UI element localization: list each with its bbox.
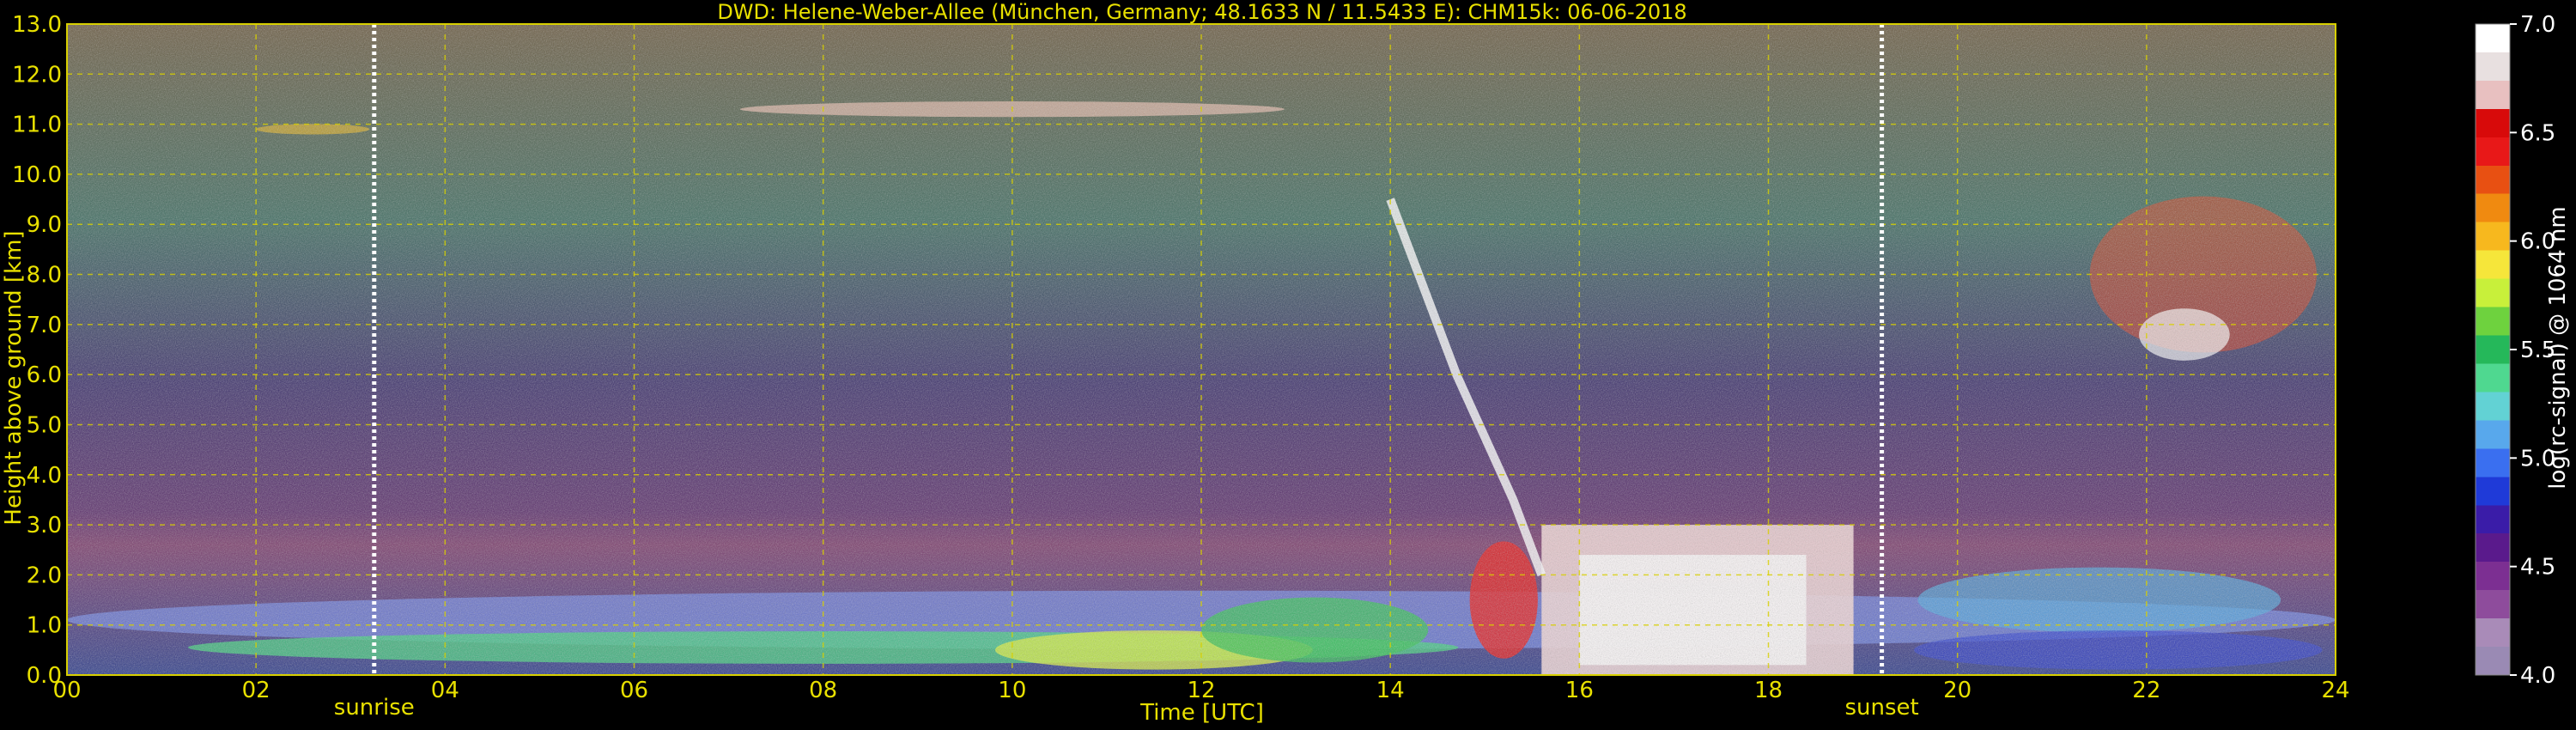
- y-tick-label-1: 1.0: [27, 613, 62, 639]
- colorbar-tick-label-1: 4.5: [2520, 555, 2555, 581]
- x-tick-label-10: 20: [1943, 678, 1971, 703]
- y-tick-label-8: 8.0: [27, 263, 62, 289]
- y-tick-label-3: 3.0: [27, 513, 62, 538]
- x-tick-label-11: 22: [2132, 678, 2160, 703]
- annotation-sunset: sunset: [1844, 695, 1918, 721]
- colorbar-scale: [2475, 23, 2511, 676]
- chart-title: DWD: Helene-Weber-Allee (München, German…: [717, 0, 1686, 24]
- colorbar-tick-label-5: 6.5: [2520, 120, 2555, 146]
- x-tick-label-9: 18: [1754, 678, 1783, 703]
- y-tick-label-10: 10.0: [12, 162, 62, 188]
- annotation-sunrise: sunrise: [334, 695, 415, 721]
- ceilometer-chart: 00 02 04 06 08 10 12 14 16 18 20 22 24 0.01.02.03.04…: [1, 0, 2571, 726]
- colorbar-tick-label-0: 4.0: [2520, 663, 2555, 689]
- x-tick-label-8: 16: [1565, 678, 1594, 703]
- x-axis-label: Time [UTC]: [1139, 700, 1264, 726]
- x-tick-label-12: 24: [2321, 678, 2349, 703]
- x-tick-label-2: 04: [431, 678, 459, 703]
- y-tick-label-0: 0.0: [27, 663, 62, 689]
- colorbar-tick-label-6: 7.0: [2520, 12, 2555, 38]
- y-tick-label-13: 13.0: [12, 12, 62, 38]
- y-tick-label-9: 9.0: [27, 212, 62, 238]
- y-tick-label-5: 5.0: [27, 412, 62, 438]
- y-tick-label-7: 7.0: [27, 313, 62, 338]
- y-tick-label-6: 6.0: [27, 362, 62, 388]
- y-axis-label: Height above ground [km]: [1, 230, 27, 525]
- x-tick-label-3: 06: [620, 678, 648, 703]
- y-tick-label-11: 11.0: [12, 113, 62, 138]
- colorbar: 4.04.55.05.56.06.57.0 log(rc-signal) @ 1…: [2475, 12, 2571, 689]
- x-tick-label-4: 08: [809, 678, 837, 703]
- x-tick-label-7: 14: [1376, 678, 1405, 703]
- y-tick-label-2: 2.0: [27, 563, 62, 588]
- colorbar-label: log(rc-signal) @ 1064 nm: [2545, 206, 2571, 489]
- annotations: sunrise sunset: [334, 695, 1919, 721]
- y-tick-label-4: 4.0: [27, 463, 62, 489]
- x-tick-label-1: 02: [242, 678, 270, 703]
- x-tick-label-5: 10: [998, 678, 1026, 703]
- y-tick-label-12: 12.0: [12, 62, 62, 88]
